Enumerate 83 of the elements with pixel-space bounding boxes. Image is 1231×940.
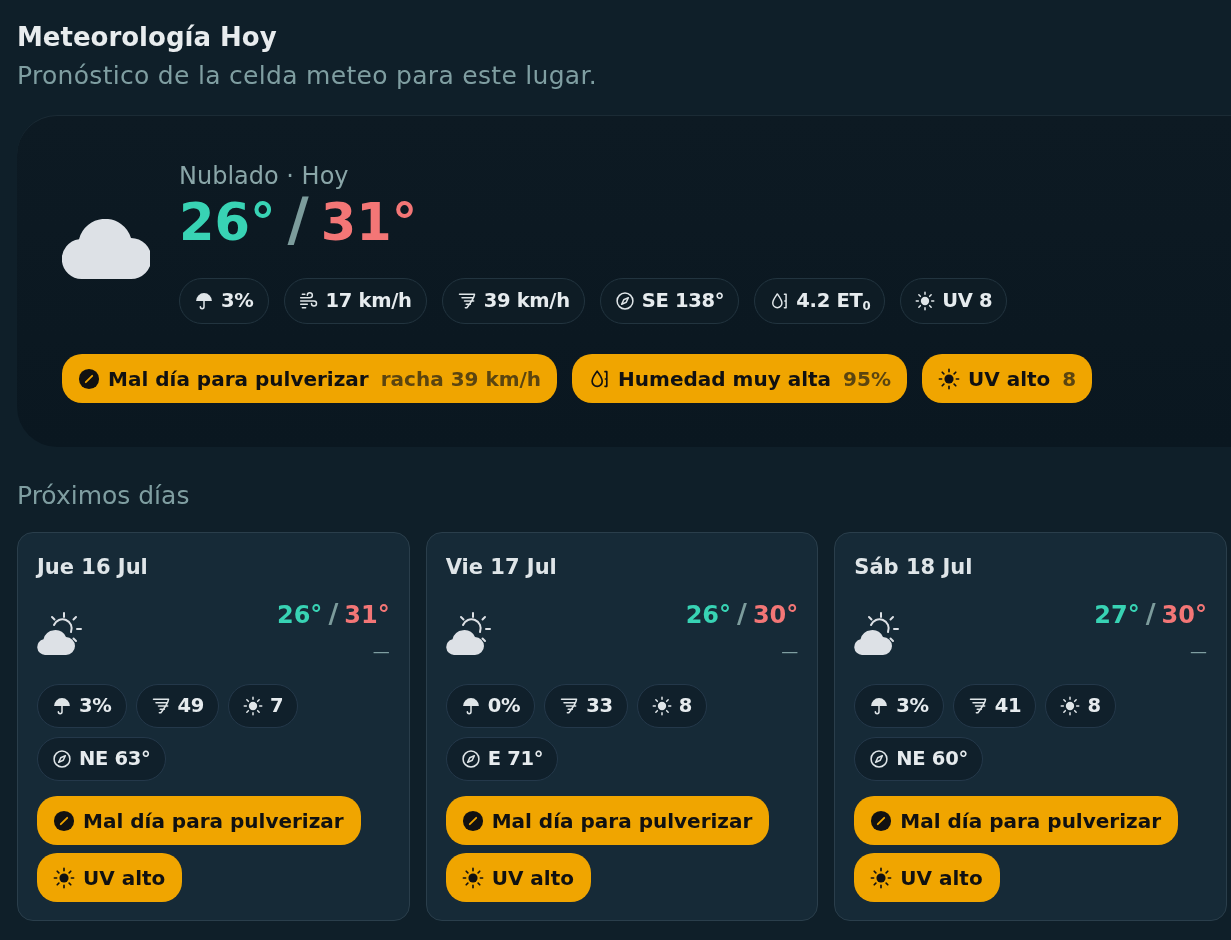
section-title: Próximos días [17,480,191,512]
alert-detail: 8 [1062,365,1077,393]
dash-text: — [372,641,390,661]
metric-value: 8 [1087,693,1101,720]
alert-label: UV alto [967,365,1051,393]
tornado-icon [456,291,477,311]
alert-label: Humedad muy alta [618,365,832,393]
min-temperature: 26° [276,600,323,630]
metric-value: 41 [994,693,1022,720]
dash-text: — [781,641,799,661]
umbrella-icon [194,291,214,311]
metric-value: 49 [177,693,205,720]
min-temperature: 26° [179,192,276,254]
alert-detail: racha 39 km/h [380,365,542,393]
alert-label: UV alto [83,864,166,892]
sun-icon [870,866,893,889]
umbrella-icon [869,696,890,716]
sun-icon [937,367,960,390]
no-entry-icon [53,809,75,832]
metric-value: E 71° [487,746,544,773]
max-temperature: 31° [320,192,418,254]
dash-text: — [1190,641,1207,661]
sun-icon [651,696,672,716]
metric-value: 3% [896,693,929,720]
umbrella-icon [52,696,72,716]
sun-icon [53,866,75,889]
alert-label: UV alto [900,864,983,892]
alert-label: Mal día para pulverizar [83,807,344,835]
metric-value: 33 [586,693,613,720]
metric-value: 4.2 ET$_{0}$ [796,288,871,316]
metric-value: 3% [79,693,112,720]
min-temperature: 27° [1094,600,1140,630]
min-temperature: 26° [685,600,732,630]
no-entry-icon [870,809,893,832]
compass-icon [52,749,72,769]
max-temperature: 30° [1161,600,1207,630]
metric-value: NE 60° [896,746,968,773]
compass-icon [614,291,635,311]
temperature-separator: / [737,599,747,629]
compass-icon [869,749,890,769]
cloud-icon [62,219,150,279]
no-entry-icon [78,367,100,390]
metric-value: NE 63° [79,746,151,773]
max-temperature: 30° [752,600,799,630]
drop-icon [769,291,790,311]
alert-label: Mal día para pulverizar [491,807,753,835]
umbrella-icon [460,696,481,716]
metric-value: 8 [678,693,692,720]
max-temperature: 31° [344,600,390,630]
drop-icon [588,367,611,390]
temperature-separator: / [328,599,339,629]
sun-icon [243,696,264,716]
metric-value: SE 138° [641,288,725,315]
compass-icon [460,749,481,769]
metric-value: 17 km/h [325,288,412,315]
metric-value: 39 km/h [483,288,570,315]
partly-cloudy-icon [37,610,83,656]
metric-value: 0% [487,693,521,720]
partly-cloudy-icon [854,610,901,656]
day-date: Vie 17 Jul [445,554,558,581]
temperature-separator: / [1145,599,1156,629]
temperature-separator: / [287,192,309,248]
sun-icon [1060,696,1081,716]
alert-label: Mal día para pulverizar [900,807,1162,835]
sun-icon [915,291,936,311]
alert-label: UV alto [491,864,574,892]
metric-value: 3% [221,288,254,315]
metric-value: 7 [270,693,284,720]
day-date: Sáb 18 Jul [854,554,974,581]
alert-detail: 95% [843,365,891,393]
alert-label: Mal día para pulverizar [108,365,369,393]
tornado-icon [967,696,988,716]
tornado-icon [559,696,580,716]
wind-icon [298,291,319,311]
page-subtitle: Pronóstico de la celda meteo para este lugar. [17,60,598,92]
day-date: Jue 16 Jul [37,554,149,581]
tornado-icon [150,696,171,716]
no-entry-icon [461,809,484,832]
condition-text: Nublado · Hoy [179,161,350,192]
page-title: Meteorología Hoy [17,21,278,54]
partly-cloudy-icon [445,610,492,656]
sun-icon [461,866,484,889]
metric-value: UV 8 [942,288,993,315]
